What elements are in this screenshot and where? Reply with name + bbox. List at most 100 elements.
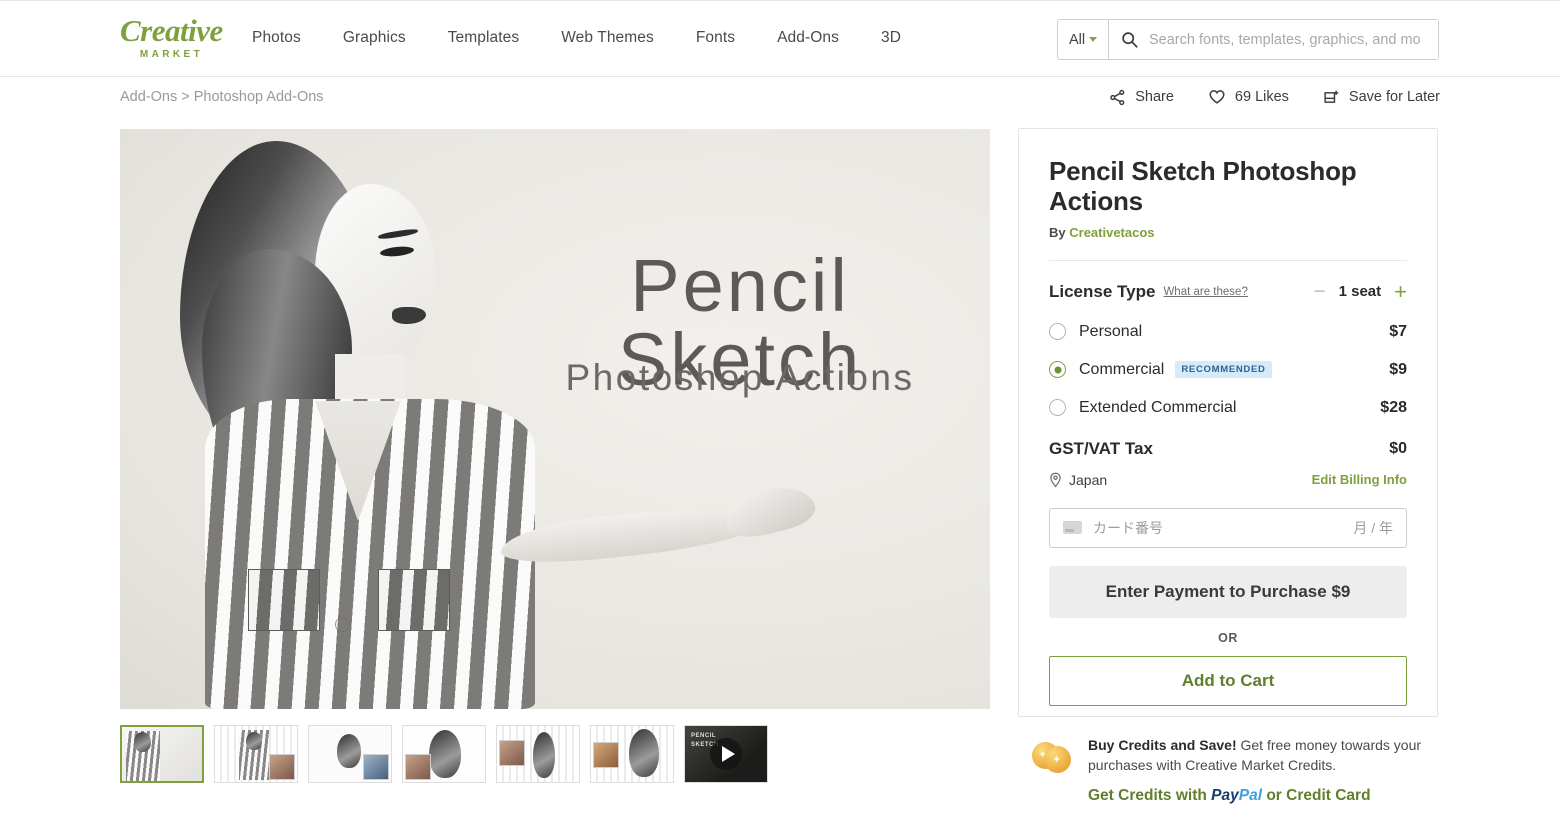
tax-row: GST/VAT Tax $0 xyxy=(1049,439,1407,459)
thumbnail-2[interactable] xyxy=(214,725,298,783)
enter-payment-button[interactable]: Enter Payment to Purchase $9 xyxy=(1049,565,1407,618)
license-price: $28 xyxy=(1380,398,1407,416)
get-credits-link[interactable]: Get Credits with PayPal or Credit Card xyxy=(1088,787,1452,805)
radio-commercial[interactable] xyxy=(1049,361,1066,379)
logo-wordmark: Creative xyxy=(120,13,223,48)
thumb-inset xyxy=(593,742,619,768)
save-label: Save for Later xyxy=(1348,89,1440,105)
model-forearm xyxy=(498,500,757,570)
thumb-head xyxy=(246,732,262,750)
product-page: Creative MARKET Photos Graphics Template… xyxy=(0,0,1560,840)
thumb-head xyxy=(134,732,151,752)
quantity-stepper: − 1 seat + xyxy=(1313,280,1407,303)
product-hero-image[interactable]: Pencil Sketch Photoshop Actions xyxy=(120,129,990,709)
nav-item-graphics[interactable]: Graphics xyxy=(322,29,427,47)
get-credits-suffix: or Credit Card xyxy=(1266,786,1371,804)
search-scope-label: All xyxy=(1068,31,1086,48)
product-actions: Share 69 Likes Save for Later xyxy=(1109,88,1440,106)
radio-extended-commercial[interactable] xyxy=(1049,399,1066,417)
thumbnail-7-video[interactable]: PENCIL SKETCH xyxy=(684,725,768,783)
thumb-head xyxy=(533,732,555,778)
site-logo[interactable]: Creative MARKET xyxy=(120,13,223,60)
paypal-logo-pay: Pay xyxy=(1211,786,1239,804)
license-option-extended-commercial[interactable]: Extended Commercial $28 xyxy=(1049,399,1407,417)
nav-item-photos[interactable]: Photos xyxy=(252,29,322,47)
search-scope-select[interactable]: All xyxy=(1058,20,1109,59)
search-bar: All xyxy=(1057,19,1439,60)
hero-model-illustration xyxy=(130,129,535,709)
heart-icon xyxy=(1209,90,1225,104)
thumb-inset xyxy=(363,754,389,780)
model-shirt-pocket-left xyxy=(248,569,320,631)
billing-country-row: Japan Edit Billing Info xyxy=(1049,472,1407,488)
save-for-later-button[interactable]: Save for Later xyxy=(1323,89,1440,106)
nav-item-fonts[interactable]: Fonts xyxy=(675,29,756,47)
card-expiry-placeholder: 月 / 年 xyxy=(1353,519,1393,536)
model-arm xyxy=(498,459,819,609)
author-link[interactable]: Creativetacos xyxy=(1069,225,1154,240)
likes-count: 69 Likes xyxy=(1234,89,1289,105)
site-header: Creative MARKET Photos Graphics Template… xyxy=(0,1,1560,77)
thumbnail-1-cover[interactable] xyxy=(120,725,204,783)
thumb-head xyxy=(629,729,659,777)
license-name: Commercial xyxy=(1079,360,1165,378)
purchase-panel: Pencil Sketch Photoshop Actions By Creat… xyxy=(1018,128,1438,717)
radio-personal[interactable] xyxy=(1049,323,1066,341)
search-icon xyxy=(1109,20,1149,59)
card-number-placeholder: カード番号 xyxy=(1093,519,1163,536)
thumbnail-5[interactable] xyxy=(496,725,580,783)
search-input[interactable] xyxy=(1149,20,1438,59)
credit-card-icon xyxy=(1063,521,1082,535)
quantity-increase-button[interactable]: + xyxy=(1394,280,1407,303)
save-plus-icon xyxy=(1324,90,1339,103)
add-to-cart-button[interactable]: Add to Cart xyxy=(1049,655,1407,706)
logo-subtext: MARKET xyxy=(139,49,204,60)
tax-value: $0 xyxy=(1389,439,1407,457)
nav-item-add-ons[interactable]: Add-Ons xyxy=(756,29,860,47)
thumb-inset xyxy=(499,740,525,766)
license-help-link[interactable]: What are these? xyxy=(1163,286,1247,298)
share-button[interactable]: Share xyxy=(1109,89,1174,106)
status-badge: RECOMMENDED xyxy=(1175,361,1272,379)
model-shirt-pocket-right xyxy=(378,569,450,631)
breadcrumb-bar: Add-Ons > Photoshop Add-Ons Share 69 Lik… xyxy=(0,78,1560,122)
thumbnail-4[interactable] xyxy=(402,725,486,783)
play-icon[interactable] xyxy=(710,738,742,770)
edit-billing-info-link[interactable]: Edit Billing Info xyxy=(1312,472,1407,487)
location-pin-icon xyxy=(1050,472,1061,488)
thumbnail-strip: PENCIL SKETCH xyxy=(120,725,768,783)
thumb-inset xyxy=(405,754,431,780)
license-name: Personal xyxy=(1079,322,1143,340)
license-name: Extended Commercial xyxy=(1079,398,1237,416)
license-option-commercial[interactable]: Commercial RECOMMENDED $9 xyxy=(1049,361,1407,379)
breadcrumb[interactable]: Add-Ons > Photoshop Add-Ons xyxy=(120,89,324,105)
credits-text: Buy Credits and Save! Get free money tow… xyxy=(1088,735,1452,776)
card-number-input[interactable]: カード番号 月 / 年 xyxy=(1049,507,1407,548)
thumb-head xyxy=(429,730,461,778)
thumbnail-3[interactable] xyxy=(308,725,392,783)
nav-item-templates[interactable]: Templates xyxy=(427,29,541,47)
thumbnail-6[interactable] xyxy=(590,725,674,783)
thumb-inset xyxy=(269,754,295,780)
thumb-head xyxy=(337,734,361,768)
coins-icon: ✦ ✦ xyxy=(1032,738,1074,776)
nav-item-3d[interactable]: 3D xyxy=(860,29,922,47)
main-nav: Photos Graphics Templates Web Themes Fon… xyxy=(252,29,922,47)
or-divider-label: OR xyxy=(1218,630,1238,645)
quantity-decrease-button[interactable]: − xyxy=(1313,281,1325,302)
license-header: License Type What are these? − 1 seat + xyxy=(1049,280,1407,303)
likes-button[interactable]: 69 Likes xyxy=(1208,88,1289,106)
hero-subtitle: Photoshop Actions xyxy=(565,357,915,398)
license-price: $7 xyxy=(1389,322,1407,340)
product-author-line: By Creativetacos xyxy=(1049,225,1407,240)
model-shirt-button xyxy=(335,617,350,632)
share-label: Share xyxy=(1135,89,1174,105)
divider xyxy=(1049,259,1407,261)
billing-country: Japan xyxy=(1069,471,1108,488)
chevron-down-icon xyxy=(1089,37,1098,42)
nav-item-web-themes[interactable]: Web Themes xyxy=(540,29,675,47)
license-option-personal[interactable]: Personal $7 xyxy=(1049,323,1407,341)
license-type-label: License Type xyxy=(1049,281,1156,301)
quantity-value: 1 seat xyxy=(1338,283,1382,301)
credits-headline: Buy Credits and Save! xyxy=(1088,737,1237,753)
